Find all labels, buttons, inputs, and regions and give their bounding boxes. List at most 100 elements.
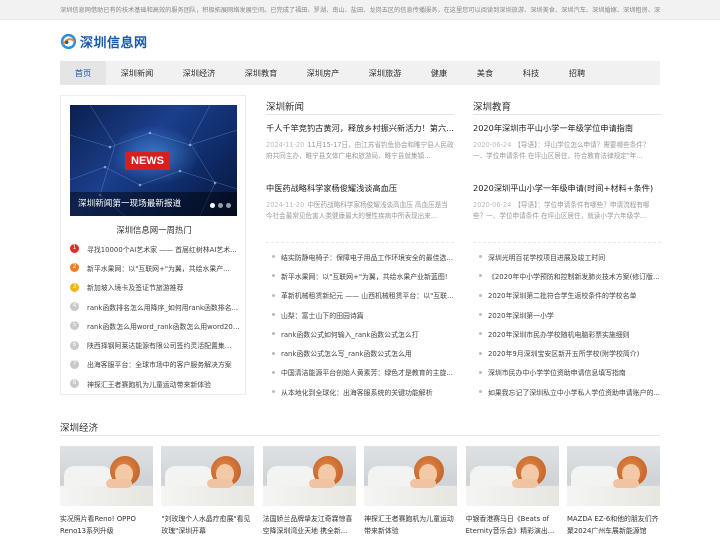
news-featured: 千人千竿竞钓古黄河，释放乡村振兴新活力！第六... 2024-11-20 11月15… — [266, 122, 454, 238]
thumb-child-arm — [612, 479, 639, 488]
slider-dot[interactable] — [218, 203, 223, 208]
nav-item-2[interactable]: 深圳经济 — [168, 61, 230, 85]
list-item-text: 革新机械租赁新纪元 —— 山西机械租赁平台：以"互联网+"... — [281, 292, 454, 301]
list-item[interactable]: 深圳光明百花学校项目进展及竣工时间 — [473, 247, 661, 266]
list-item-text: rank函数公式如何输入_rank函数公式怎么打 — [281, 330, 419, 339]
hot-list-item[interactable]: 7 出海客服平台：全球市场中的客户服务解决方案 — [70, 355, 240, 374]
list-item[interactable]: 深圳市民办中小学学位资助申请信息填写指南 — [473, 363, 661, 382]
featured-article-title[interactable]: 2020深圳平山小学一年级申请(时间+材料+条件) — [473, 182, 661, 194]
nav-item-3[interactable]: 深圳教育 — [230, 61, 292, 85]
edu-featured: 2020年深圳市平山小学一年级学位申请指南 2020-06-24 【导语】：坪山学位… — [473, 122, 661, 238]
hot-list-item-text: 新加坡入境卡及签证节旅游推荐 — [87, 284, 184, 293]
news-list: 结实防静电椅子：保障电子用品工作环境安全的最佳选... 新平水果网：以"互联网+"… — [266, 247, 454, 401]
featured-article-date: 2020-06-24 — [473, 201, 512, 209]
list-item[interactable]: rank函数公式如何输入_rank函数公式怎么打 — [266, 324, 454, 343]
hot-list-item[interactable]: 6 陕西择钢阿莱达能源有限公司签约灵活配置集... — [70, 335, 240, 354]
card-thumbnail[interactable] — [262, 446, 356, 506]
featured-article-summary: 2024-11-20 11月15-17日，由江苏省钓鱼协会和睢宁县人民政府共同主办… — [266, 140, 454, 162]
list-item[interactable]: 2020年深圳第二批符合学生返校条件的学校名单 — [473, 286, 661, 305]
list-item-text: 《2020年中小学预防和控制新发肺炎技术方案(修订版)》 — [488, 272, 661, 281]
list-item[interactable]: 《2020年中小学预防和控制新发肺炎技术方案(修订版)》 — [473, 266, 661, 285]
featured-article-date: 2020-06-24 — [473, 141, 512, 149]
card-thumbnail[interactable] — [161, 446, 255, 506]
featured-article-title[interactable]: 中医药战略科学家杨俊耀浅谈高血压 — [266, 182, 454, 194]
list-item-text: 深圳市民办中小学学位资助申请信息填写指南 — [488, 369, 626, 378]
hot-list: 1 寻找10000个AI艺术家 —— 首届红树林AI艺术... 2 新平水果网：以"互… — [70, 239, 240, 393]
card-title[interactable]: 中银香港赛马日《Beats of Eternity音乐会》精彩演出... — [466, 514, 559, 537]
economy-section-header: 深圳经济 — [60, 416, 660, 436]
list-item[interactable]: 2020年深圳市民办学校随机电脑彩票实施细则 — [473, 324, 661, 343]
top-notice-bar: 深圳信息网借助已有的技术基础和高效的服务团队，积极拓展网络发展空间。已完成了福田… — [0, 0, 720, 20]
list-item[interactable]: 革新机械租赁新纪元 —— 山西机械租赁平台：以"互联网+"... — [266, 286, 454, 305]
nav-item-5[interactable]: 深圳旅游 — [354, 61, 416, 85]
list-item[interactable]: 新平水果网：以"互联网+"为翼，共绘水果产业新蓝图! — [266, 266, 454, 285]
logo-icon — [60, 33, 77, 49]
list-item-text: 中国清洁能源平台创始人黄素芳：绿色才是教育的主旋... — [281, 369, 453, 378]
list-item[interactable]: 从本地化到全球化：出海客服系统的关键功能解析 — [266, 382, 454, 401]
card-thumbnail[interactable] — [566, 446, 660, 506]
economy-card[interactable]: 法国娇兰品牌挚友江奇霖惊喜空降深圳湾业天地 携全新... — [262, 446, 356, 540]
economy-card[interactable]: 实况照片看Reno! OPPO Reno13系列升级LivePhoto... — [60, 446, 153, 540]
list-item[interactable]: rank函数公式怎么写_rank函数公式怎么用 — [266, 343, 454, 362]
nav-item-1[interactable]: 深圳新闻 — [106, 61, 168, 85]
list-item-text: 新平水果网：以"互联网+"为翼，共绘水果产业新蓝图! — [281, 272, 448, 281]
nav-item-9[interactable]: 招聘 — [554, 61, 600, 85]
list-item[interactable]: 2020年9月深圳宝安区新开五所学校(附学校简介) — [473, 343, 661, 362]
list-item[interactable]: 如果我忘记了深圳私立中小学私人学位资助申请账户的... — [473, 382, 661, 401]
rank-number: 5 — [70, 321, 79, 331]
list-item[interactable]: 结实防静电椅子：保障电子用品工作环境安全的最佳选... — [266, 247, 454, 266]
featured-article-title[interactable]: 千人千竿竞钓古黄河，释放乡村振兴新活力！第六... — [266, 122, 454, 134]
hero-slider[interactable]: NEWS 深圳新闻第一现场最新报道 — [70, 105, 237, 216]
featured-article[interactable]: 2020深圳平山小学一年级申请(时间+材料+条件) 2020-06-24 【导语】：… — [473, 182, 661, 238]
hot-list-item-text: 出海客服平台：全球市场中的客户服务解决方案 — [87, 361, 232, 370]
nav-item-6[interactable]: 健康 — [416, 61, 462, 85]
card-title[interactable]: 神探汇王者赛跑机为儿童运动带来新体验 — [364, 514, 457, 537]
slider-dot-active[interactable] — [210, 203, 215, 208]
economy-section-title[interactable]: 深圳经济 — [60, 423, 98, 434]
divider — [266, 242, 454, 243]
list-item[interactable]: 山梨：富士山下的田园诗篇 — [266, 305, 454, 324]
list-item-text: 2020年深圳第二批符合学生返校条件的学校名单 — [488, 292, 637, 301]
card-thumbnail[interactable] — [364, 446, 458, 506]
hot-list-item-text: 神探汇王者赛跑机为儿童运动带来新体验 — [87, 380, 212, 389]
hot-list-item[interactable]: 5 rank函数怎么用word_rank函数怎么用word2010 — [70, 316, 240, 335]
card-thumbnail[interactable] — [60, 446, 153, 506]
economy-cards: 实况照片看Reno! OPPO Reno13系列升级LivePhoto... "刘… — [60, 446, 660, 540]
card-thumbnail[interactable] — [465, 446, 559, 506]
featured-article-date: 2024-11-20 — [266, 141, 305, 149]
economy-card[interactable]: MAZDA EZ-6和他的朋友们齐聚2024广州车展新能源馆 — [566, 446, 660, 540]
hot-list-item[interactable]: 8 神探汇王者赛跑机为儿童运动带来新体验 — [70, 374, 240, 393]
card-title[interactable]: MAZDA EZ-6和他的朋友们齐聚2024广州车展新能源馆 — [567, 514, 660, 537]
hot-list-item-text: rank函数排名怎么用降序_如何用rank函数排名... — [87, 303, 239, 312]
economy-card[interactable]: 中银香港赛马日《Beats of Eternity音乐会》精彩演出... — [465, 446, 559, 540]
left-panel: NEWS 深圳新闻第一现场最新报道 深圳信息网一周热门 1 寻找10000个AI艺… — [60, 95, 246, 395]
nav-item-7[interactable]: 美食 — [462, 61, 508, 85]
economy-card[interactable]: "刘玫瑰个人水晶疗愈展"看见玫瑰"深圳开幕 — [161, 446, 255, 540]
hot-list-item[interactable]: 2 新平水果网：以"互联网+"为翼，共绘水果产... — [70, 258, 240, 277]
thumb-blanket — [60, 486, 153, 506]
featured-article-title[interactable]: 2020年深圳市平山小学一年级学位申请指南 — [473, 122, 661, 134]
site-logo[interactable]: 深圳信息网 — [60, 31, 148, 51]
economy-card[interactable]: 神探汇王者赛跑机为儿童运动带来新体验 — [364, 446, 458, 540]
list-item[interactable]: 2020年深圳第一小学 — [473, 305, 661, 324]
nav-item-8[interactable]: 科技 — [508, 61, 554, 85]
edu-column-title[interactable]: 深圳教育 — [473, 102, 511, 113]
list-item-text: 2020年深圳市民办学校随机电脑彩票实施细则 — [488, 330, 630, 339]
card-title[interactable]: "刘玫瑰个人水晶疗愈展"看见玫瑰"深圳开幕 — [161, 514, 254, 537]
hot-list-item[interactable]: 4 rank函数排名怎么用降序_如何用rank函数排名... — [70, 297, 240, 316]
list-item-text: 如果我忘记了深圳私立中小学私人学位资助申请账户的... — [488, 388, 660, 397]
featured-article[interactable]: 中医药战略科学家杨俊耀浅谈高血压 2024-11-20 中医药战略科学家杨俊耀浅谈高… — [266, 182, 454, 238]
nav-item-4[interactable]: 深圳房产 — [292, 61, 354, 85]
list-item[interactable]: 中国清洁能源平台创始人黄素芳：绿色才是教育的主旋... — [266, 363, 454, 382]
hot-list-item[interactable]: 3 新加坡入境卡及签证节旅游推荐 — [70, 278, 240, 297]
nav-item-0[interactable]: 首页 — [60, 61, 106, 85]
featured-article[interactable]: 2020年深圳市平山小学一年级学位申请指南 2020-06-24 【导语】：坪山学位… — [473, 122, 661, 178]
card-title[interactable]: 实况照片看Reno! OPPO Reno13系列升级LivePhoto... — [60, 514, 153, 537]
rank-number: 6 — [70, 340, 79, 350]
card-title[interactable]: 法国娇兰品牌挚友江奇霖惊喜空降深圳湾业天地 携全新... — [263, 514, 356, 537]
featured-article[interactable]: 千人千竿竞钓古黄河，释放乡村振兴新活力！第六... 2024-11-20 11月15… — [266, 122, 454, 178]
hot-list-item[interactable]: 1 寻找10000个AI艺术家 —— 首届红树林AI艺术... — [70, 239, 240, 258]
news-column-title[interactable]: 深圳新闻 — [266, 102, 304, 113]
rank-number: 4 — [70, 302, 79, 312]
slider-dot[interactable] — [226, 203, 231, 208]
